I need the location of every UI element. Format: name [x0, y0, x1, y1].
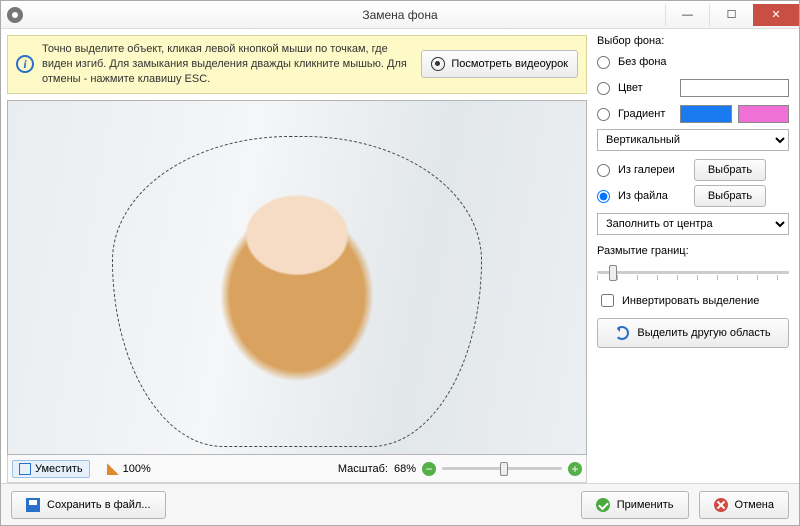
fit-label: Уместить: [35, 463, 83, 475]
file-choose-button[interactable]: Выбрать: [694, 185, 766, 207]
label-file: Из файла: [618, 190, 688, 202]
hint-bar: i Точно выделите объект, кликая левой кн…: [7, 35, 587, 94]
watch-video-button[interactable]: Посмотреть видеоурок: [421, 50, 578, 78]
app-icon: [7, 7, 23, 23]
zoom-slider[interactable]: [442, 467, 562, 470]
save-icon: [26, 498, 40, 512]
radio-gallery[interactable]: [597, 164, 610, 177]
scale-label: Масштаб:: [338, 463, 388, 475]
cancel-icon: [714, 498, 728, 512]
bg-header: Выбор фона:: [597, 35, 789, 47]
select-other-area-button[interactable]: Выделить другую область: [597, 318, 789, 348]
label-color: Цвет: [618, 82, 674, 94]
radio-no-bg[interactable]: [597, 56, 610, 69]
info-icon: i: [16, 55, 34, 73]
gradient-swatch-a[interactable]: [680, 105, 732, 123]
wand-icon: [107, 463, 119, 475]
zoom-slider-thumb[interactable]: [500, 462, 508, 476]
zoom-out-button[interactable]: −: [422, 462, 436, 476]
gradient-swatch-b[interactable]: [738, 105, 790, 123]
close-button[interactable]: ✕: [753, 4, 799, 26]
apply-label: Применить: [617, 499, 674, 511]
save-label: Сохранить в файл...: [47, 499, 151, 511]
zoom-control: Масштаб: 68% − +: [338, 462, 582, 476]
label-gallery: Из галереи: [618, 164, 688, 176]
radio-color[interactable]: [597, 82, 610, 95]
radio-file[interactable]: [597, 190, 610, 203]
label-gradient: Градиент: [618, 108, 674, 120]
fill-mode-select[interactable]: Заполнить от центра: [597, 213, 789, 235]
minimize-button[interactable]: —: [665, 4, 709, 26]
cancel-label: Отмена: [735, 499, 774, 511]
blur-slider-thumb[interactable]: [609, 265, 617, 281]
titlebar: Замена фона — ☐ ✕: [1, 1, 799, 29]
gradient-direction-select[interactable]: Вертикальный: [597, 129, 789, 151]
zoom-in-button[interactable]: +: [568, 462, 582, 476]
blur-label: Размытие границ:: [597, 245, 789, 257]
invert-label: Инвертировать выделение: [622, 295, 759, 307]
scale-value: 68%: [394, 463, 416, 475]
zoom-100-label: 100%: [123, 463, 151, 475]
color-swatch[interactable]: [680, 79, 789, 97]
maximize-button[interactable]: ☐: [709, 4, 753, 26]
fit-button[interactable]: Уместить: [12, 460, 90, 478]
label-no-bg: Без фона: [618, 56, 667, 68]
radio-gradient[interactable]: [597, 108, 610, 121]
check-icon: [596, 498, 610, 512]
blur-slider[interactable]: [597, 261, 789, 283]
zoom-100-button[interactable]: 100%: [100, 460, 158, 478]
footer: Сохранить в файл... Применить Отмена: [1, 483, 799, 525]
options-panel: Выбор фона: Без фона Цвет Градиент Верти…: [593, 29, 799, 483]
apply-button[interactable]: Применить: [581, 491, 689, 519]
gallery-choose-button[interactable]: Выбрать: [694, 159, 766, 181]
watch-video-label: Посмотреть видеоурок: [451, 58, 568, 70]
refresh-icon: [615, 326, 629, 340]
selection-outline: [112, 136, 482, 447]
save-to-file-button[interactable]: Сохранить в файл...: [11, 491, 166, 519]
fit-icon: [19, 463, 31, 475]
invert-checkbox[interactable]: [601, 294, 614, 307]
hint-text: Точно выделите объект, кликая левой кноп…: [42, 42, 413, 87]
select-other-label: Выделить другую область: [637, 327, 770, 339]
cancel-button[interactable]: Отмена: [699, 491, 789, 519]
canvas-toolbar: Уместить 100% Масштаб: 68% − +: [7, 455, 587, 483]
image-canvas[interactable]: [7, 100, 587, 455]
camera-icon: [431, 57, 445, 71]
window-controls: — ☐ ✕: [665, 4, 799, 26]
